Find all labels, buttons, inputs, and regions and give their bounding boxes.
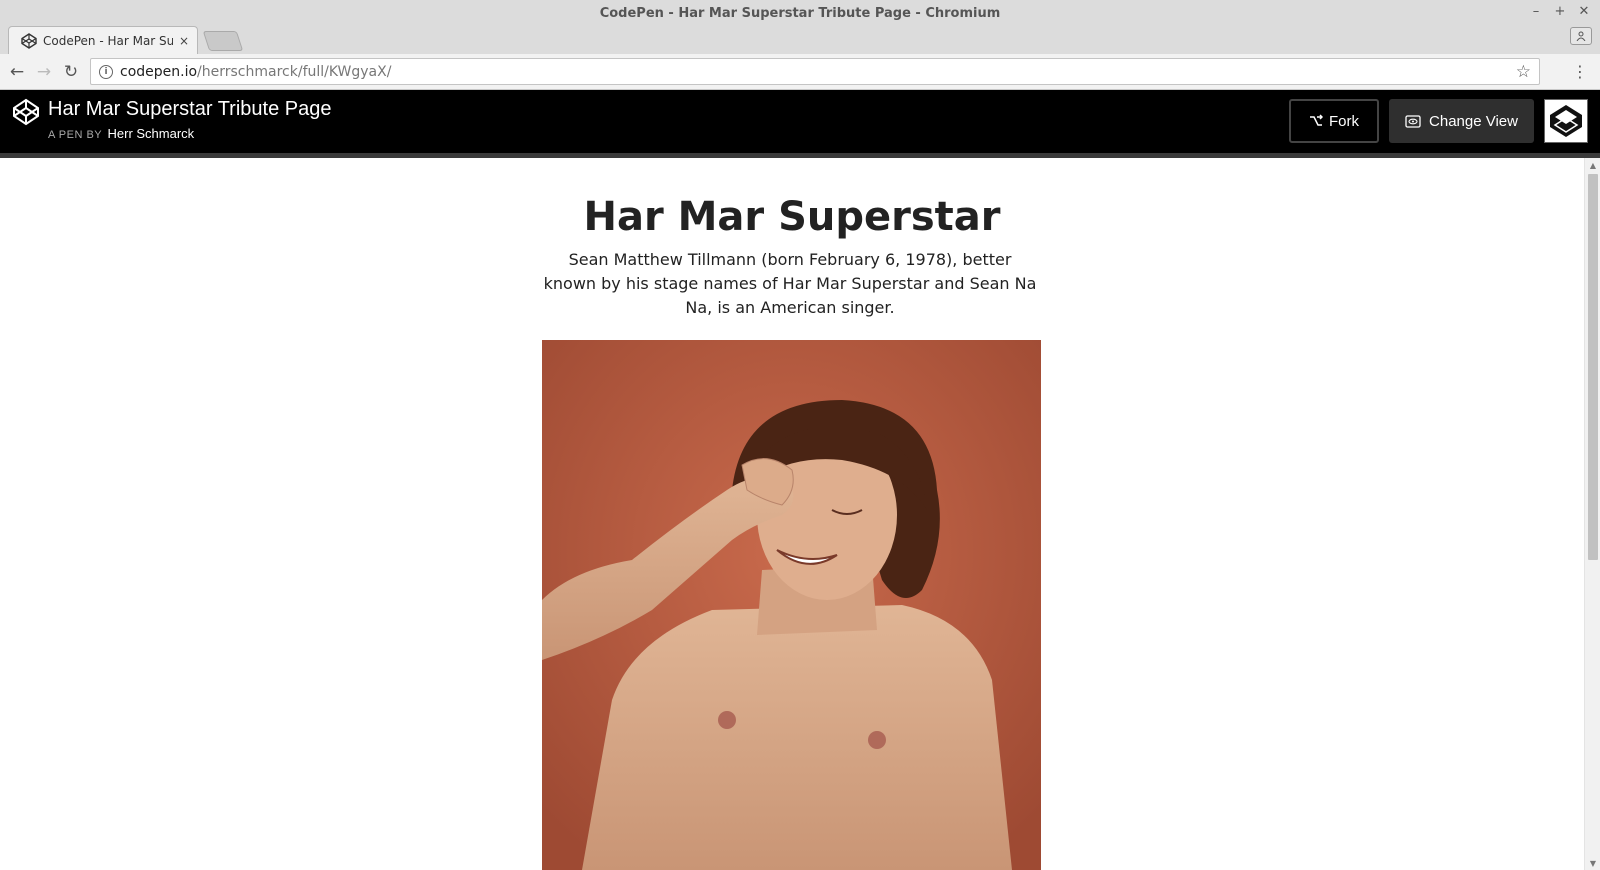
profile-icon[interactable] <box>1570 27 1592 45</box>
fork-label: Fork <box>1329 112 1359 130</box>
page-heading: Har Mar Superstar <box>583 194 1001 240</box>
tab-title: CodePen - Har Mar Sup <box>43 33 173 48</box>
close-window-button[interactable]: ✕ <box>1578 4 1590 19</box>
window-title: CodePen - Har Mar Superstar Tribute Page… <box>599 6 1001 21</box>
author-link[interactable]: Herr Schmarck <box>108 126 195 141</box>
back-arrow-icon[interactable]: ← <box>6 61 28 83</box>
scroll-up-arrow-icon[interactable]: ▲ <box>1585 158 1600 172</box>
codepen-header: Har Mar Superstar Tribute Page A PEN BY … <box>0 90 1600 158</box>
page-viewport: Har Mar Superstar Sean Matthew Tillmann … <box>0 158 1584 870</box>
artist-photo <box>542 340 1041 870</box>
intro-text: Sean Matthew Tillmann (born February 6, … <box>543 250 1037 317</box>
fork-button[interactable]: Fork <box>1289 99 1379 143</box>
pen-byline: A PEN BY Herr Schmarck <box>48 126 194 141</box>
tab-close-icon[interactable]: × <box>179 34 189 48</box>
bookmark-star-icon[interactable]: ☆ <box>1516 62 1531 82</box>
page-scrollbar[interactable]: ▲ ▼ <box>1584 158 1600 870</box>
url-path: /herrschmarck/full/KWgyaX/ <box>197 63 392 80</box>
change-view-label: Change View <box>1429 112 1518 130</box>
address-bar[interactable]: i codepen.io/herrschmarck/full/KWgyaX/ ☆ <box>90 58 1540 85</box>
codepen-avatar-icon <box>1546 101 1586 141</box>
eye-icon <box>1405 114 1421 128</box>
forward-arrow-icon[interactable]: → <box>33 61 55 83</box>
scroll-down-arrow-icon[interactable]: ▼ <box>1585 856 1600 870</box>
url-host: codepen.io <box>120 63 198 80</box>
maximize-button[interactable]: + <box>1554 4 1566 19</box>
byline-prefix: A PEN BY <box>48 129 102 141</box>
tab-strip: CodePen - Har Mar Sup × <box>0 24 1600 54</box>
browser-menu-icon[interactable]: ⋮ <box>1572 62 1588 81</box>
codepen-logo-icon[interactable] <box>12 98 40 126</box>
user-avatar[interactable] <box>1544 99 1588 143</box>
codepen-favicon-icon <box>21 32 37 49</box>
minimize-button[interactable]: – <box>1530 4 1542 19</box>
scrollbar-thumb[interactable] <box>1588 174 1598 560</box>
change-view-button[interactable]: Change View <box>1389 99 1534 143</box>
fork-icon <box>1310 114 1323 126</box>
artist-photo-image <box>542 340 1041 870</box>
site-info-icon[interactable]: i <box>99 64 113 79</box>
window-controls: – + ✕ <box>1530 4 1590 19</box>
reload-icon[interactable]: ↻ <box>60 61 82 83</box>
browser-tab[interactable]: CodePen - Har Mar Sup × <box>8 26 198 54</box>
browser-toolbar: ← → ↻ i codepen.io/herrschmarck/full/KWg… <box>0 54 1600 90</box>
pen-title: Har Mar Superstar Tribute Page <box>48 98 332 120</box>
new-tab-button[interactable] <box>202 31 244 51</box>
